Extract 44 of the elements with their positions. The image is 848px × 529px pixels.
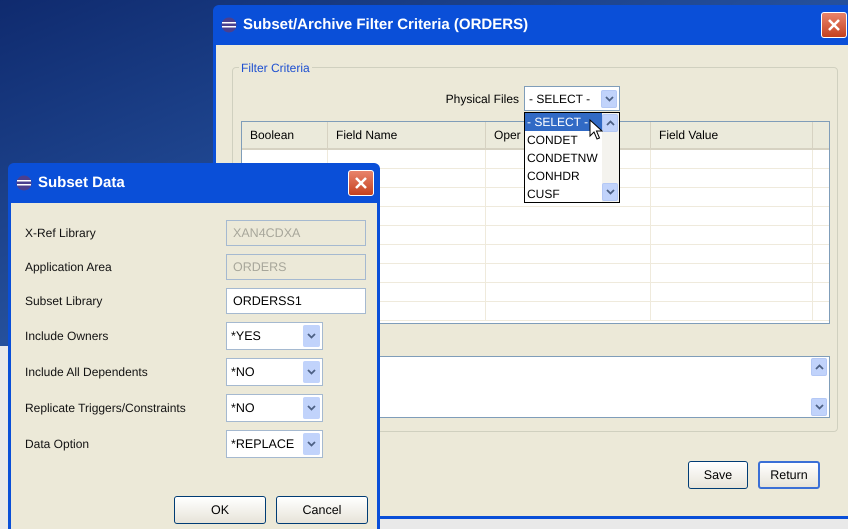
mouse-pointer-icon [589,119,603,141]
field-label: Include Owners [25,328,110,345]
field-label: Subset Library [25,293,104,310]
scroll-down-button[interactable] [602,183,618,201]
dropdown-button[interactable] [303,361,320,383]
field-label: Data Option [25,436,90,453]
field-label: Physical Files [444,90,519,108]
dropdown-option[interactable]: CUSF [525,185,602,203]
dropdown-option[interactable]: CONDETNW [525,149,602,167]
physical-files-dropdown[interactable]: - SELECT - [524,86,620,111]
close-button[interactable] [821,12,847,38]
app-logo-icon [16,175,32,191]
app-logo-icon [221,17,237,33]
dropdown-field[interactable]: *NO [226,358,323,386]
dropdown-button[interactable] [303,325,320,347]
column-header[interactable]: Boolean [250,126,294,144]
dropdown-button[interactable] [601,90,617,108]
close-button[interactable] [348,170,374,196]
column-header[interactable]: Field Name [336,126,398,144]
scroll-down-button[interactable] [811,398,827,416]
column-header[interactable]: Field Value [659,126,718,144]
dropdown-field[interactable]: *YES [226,322,323,350]
dialog-button[interactable]: Return [758,461,820,489]
dialog-button[interactable]: Cancel [276,496,368,524]
scroll-up-button[interactable] [811,358,827,376]
field-label: X-Ref Library [25,225,97,242]
close-icon [354,176,368,190]
window-title: Subset/Archive Filter Criteria (ORDERS) [243,14,528,35]
dialog-button[interactable]: OK [174,496,266,524]
dropdown-button[interactable] [303,433,320,455]
text-field[interactable]: ORDERSS1 [226,288,366,314]
dropdown-option[interactable]: - SELECT - [525,113,602,131]
field-label: Include All Dependents [25,364,149,381]
close-icon [827,18,841,32]
field-label: Replicate Triggers/Constraints [25,400,187,417]
field-label: Application Area [25,259,113,276]
column-header[interactable]: Oper [494,126,521,144]
dropdown-field[interactable]: *NO [226,394,323,422]
dialog-title: Subset Data [38,172,125,193]
scroll-up-button[interactable] [602,114,618,132]
dropdown-option[interactable]: CONHDR [525,167,602,185]
dropdown-button[interactable] [303,397,320,419]
dialog-button[interactable]: Save [688,461,748,489]
dropdown-field[interactable]: *REPLACE [226,430,323,458]
